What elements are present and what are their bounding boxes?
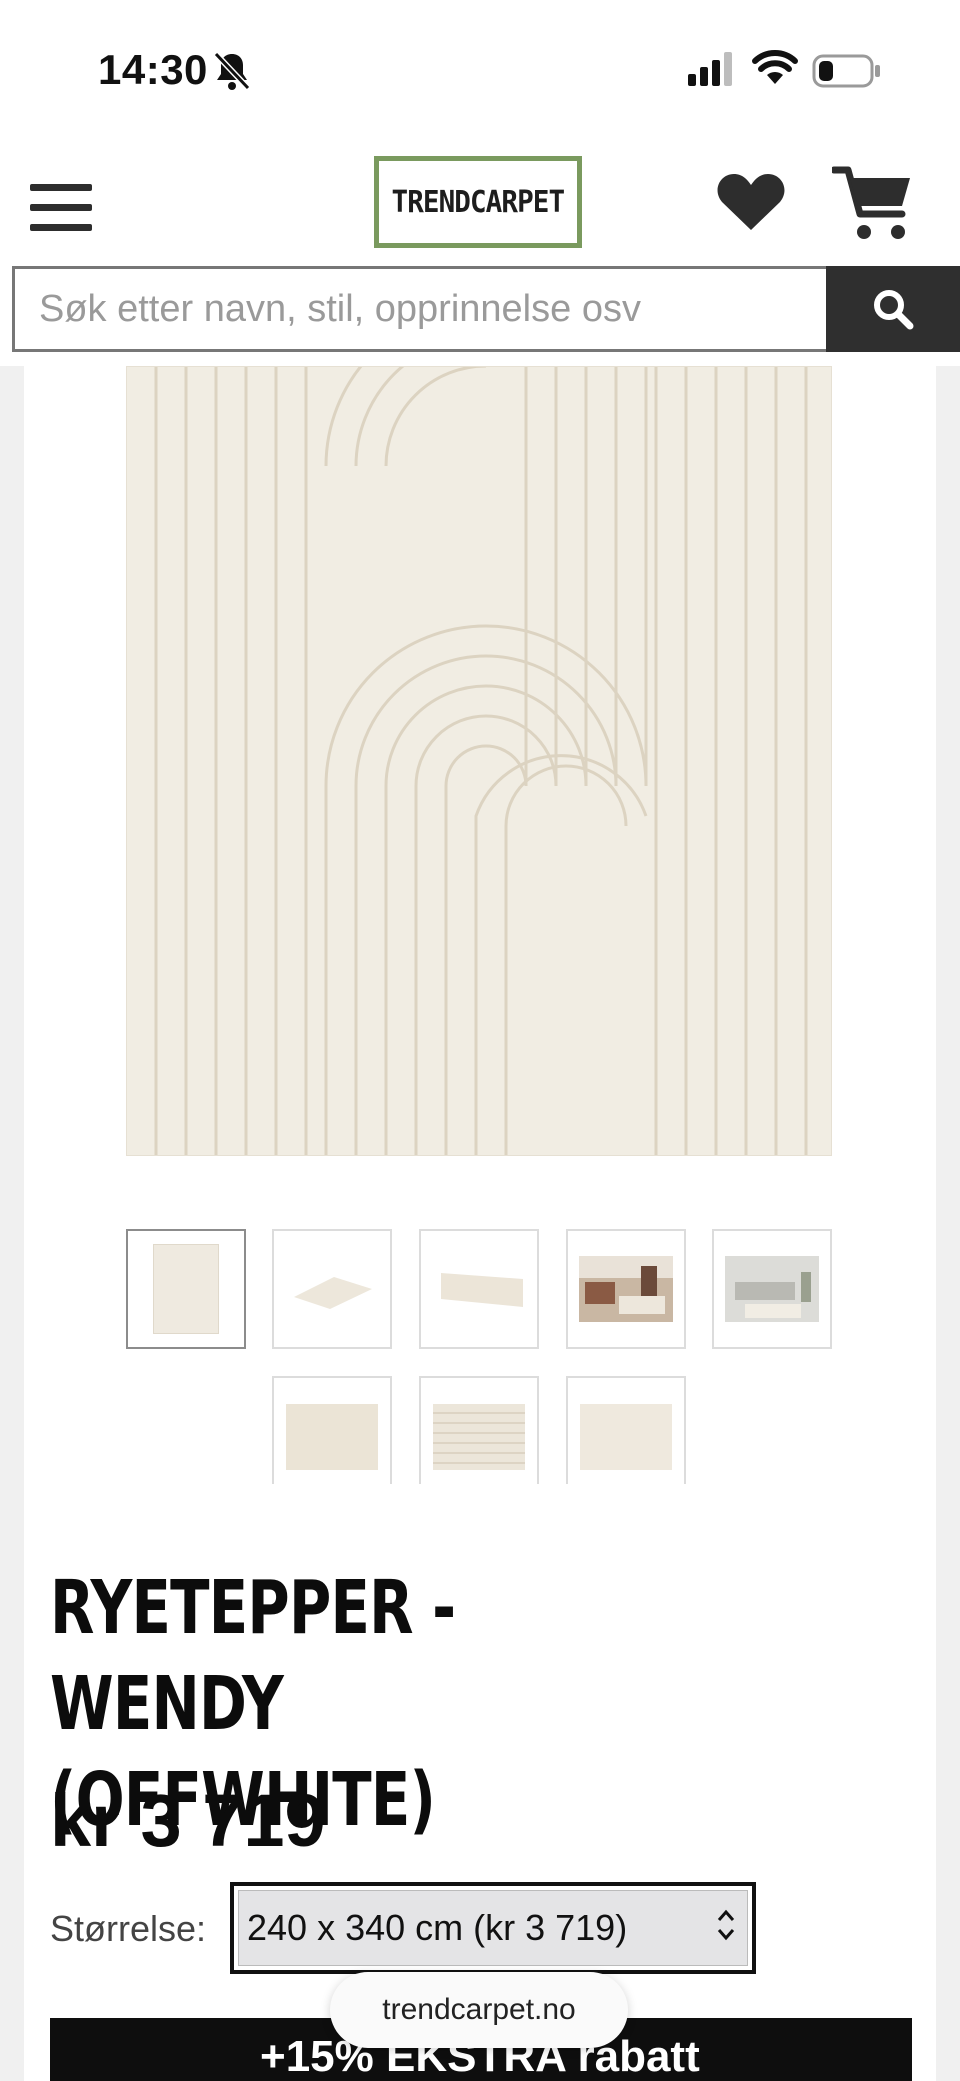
thumbnail-image <box>294 1277 372 1309</box>
size-select-field[interactable]: 240 x 340 cm (kr 3 719) <box>238 1890 748 1966</box>
battery-icon <box>812 54 880 88</box>
browser-url-text: trendcarpet.no <box>382 1993 576 2026</box>
thumbnail-image <box>580 1404 672 1470</box>
thumbnail-rug-texture-lines[interactable] <box>419 1376 539 1484</box>
status-bar: 14:30 <box>0 0 960 140</box>
search-button[interactable] <box>826 266 960 352</box>
heart-icon[interactable] <box>716 172 786 232</box>
size-select-value: 240 x 340 cm (kr 3 719) <box>247 1907 628 1948</box>
thumbnail-image <box>153 1244 219 1334</box>
thumbnail-image <box>433 1404 525 1470</box>
hamburger-menu-icon[interactable] <box>30 184 92 232</box>
search-icon <box>874 290 914 330</box>
site-logo[interactable]: TRENDCARPET <box>374 156 582 248</box>
logo-text: TRENDCARPET <box>391 184 566 220</box>
search-bar <box>12 266 960 352</box>
thumbnail-image <box>441 1273 523 1307</box>
thumbnail-rug-living-room-1[interactable] <box>566 1229 686 1349</box>
thumbnail-rug-angled-view[interactable] <box>272 1229 392 1349</box>
thumbnail-rug-top-view[interactable] <box>126 1229 246 1349</box>
size-select[interactable]: 240 x 340 cm (kr 3 719) <box>230 1882 756 1974</box>
shopping-cart-icon[interactable] <box>832 164 914 244</box>
thumbnail-rug-closeup-angle[interactable] <box>419 1229 539 1349</box>
main-product-image[interactable] <box>126 366 832 1156</box>
cellular-signal-icon <box>688 52 732 86</box>
chevron-up-down-icon <box>717 1909 735 1941</box>
thumbnail-image <box>725 1256 819 1322</box>
bell-slash-icon <box>213 51 251 91</box>
thumbnail-image <box>579 1256 673 1322</box>
search-input[interactable] <box>12 266 828 352</box>
product-price: kr 3 719 <box>50 1779 326 1862</box>
browser-url-bar[interactable]: trendcarpet.no <box>330 1972 628 2048</box>
thumbnail-rug-texture-arcs[interactable] <box>272 1376 392 1484</box>
thumbnail-rug-texture-detail[interactable] <box>566 1376 686 1484</box>
status-time: 14:30 <box>98 46 208 93</box>
thumbnail-rug-living-room-2[interactable] <box>712 1229 832 1349</box>
thumbnail-image <box>286 1404 378 1470</box>
size-label: Størrelse: <box>50 1908 207 1949</box>
wifi-icon <box>752 50 798 84</box>
